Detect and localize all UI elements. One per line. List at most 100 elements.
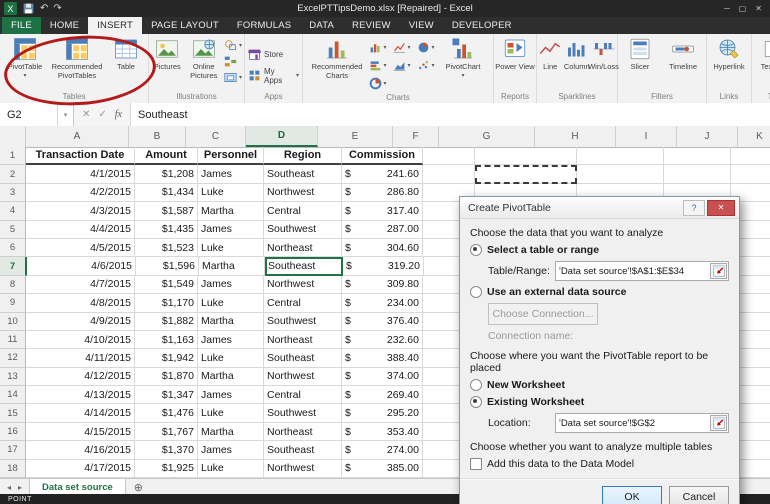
cell-E8[interactable]: $309.80	[342, 275, 423, 295]
cell-A7[interactable]: 4/6/2015	[27, 257, 136, 276]
cell-A18[interactable]: 4/17/2015	[26, 459, 135, 479]
undo-icon[interactable]: ↶	[40, 3, 48, 14]
cell-E3[interactable]: $286.80	[342, 183, 423, 203]
pivotchart-button[interactable]: PivotChart ▾	[438, 35, 488, 79]
close-button[interactable]: ✕	[755, 4, 762, 13]
cell-C10[interactable]: Martha	[198, 312, 264, 331]
dialog-help-button[interactable]: ?	[683, 199, 705, 216]
cancel-icon[interactable]: ✕	[82, 109, 90, 120]
cell-A10[interactable]: 4/9/2015	[26, 312, 135, 331]
cell-D17[interactable]: Southeast	[264, 441, 342, 460]
cell-B13[interactable]: $1,870	[135, 367, 198, 387]
maximize-button[interactable]: ▢	[739, 4, 747, 13]
cell-D10[interactable]: Southwest	[264, 312, 342, 331]
cell-E16[interactable]: $353.40	[342, 422, 423, 442]
cell-C14[interactable]: James	[198, 386, 264, 405]
row-header-3[interactable]: 3	[0, 183, 26, 203]
cell-E10[interactable]: $376.40	[342, 312, 423, 331]
radio-new-worksheet[interactable]	[470, 379, 482, 391]
tab-file[interactable]: FILE	[2, 17, 41, 34]
cell-C11[interactable]: James	[198, 330, 264, 350]
cell-C9[interactable]: Luke	[198, 294, 264, 313]
save-icon[interactable]	[22, 2, 35, 15]
cell-A8[interactable]: 4/7/2015	[26, 275, 135, 295]
row-header-14[interactable]: 14	[0, 386, 26, 405]
cell-C17[interactable]: James	[198, 441, 264, 460]
cell-D14[interactable]: Central	[264, 386, 342, 405]
cell-E17[interactable]: $274.00	[342, 441, 423, 460]
cell-B1[interactable]: Amount	[135, 147, 198, 166]
cell-D9[interactable]: Central	[264, 294, 342, 313]
cell-A14[interactable]: 4/13/2015	[26, 386, 135, 405]
cell-D16[interactable]: Northeast	[264, 422, 342, 442]
cell-C7[interactable]: Martha	[199, 257, 265, 276]
cell-E5[interactable]: $287.00	[342, 220, 423, 239]
cell-C2[interactable]: James	[198, 165, 264, 184]
column-header-B[interactable]: B	[129, 126, 186, 147]
sheet-nav-left-icon[interactable]: ◂	[7, 483, 11, 492]
row-header-15[interactable]: 15	[0, 404, 26, 423]
text-box-button[interactable]: Text Box	[754, 35, 770, 72]
row-header-12[interactable]: 12	[0, 349, 26, 368]
sparkline-winloss-button[interactable]: Win/Loss	[588, 35, 619, 72]
cell-B8[interactable]: $1,549	[135, 275, 198, 295]
cell-A4[interactable]: 4/3/2015	[26, 202, 135, 221]
cell-D2[interactable]: Southeast	[264, 165, 342, 184]
column-chart-button[interactable]: ▾	[366, 38, 390, 56]
timeline-button[interactable]: Timeline	[661, 35, 705, 72]
smartart-button[interactable]	[222, 55, 244, 68]
name-box[interactable]: G2	[0, 103, 58, 126]
table-range-picker-button[interactable]	[710, 263, 727, 279]
pivottable-button[interactable]: PivotTable ▾	[3, 35, 47, 79]
cell-E15[interactable]: $295.20	[342, 404, 423, 423]
select-all-corner[interactable]	[0, 126, 26, 147]
cell-B12[interactable]: $1,942	[135, 349, 198, 368]
cell-E4[interactable]: $317.40	[342, 202, 423, 221]
column-header-A[interactable]: A	[26, 126, 129, 147]
column-header-C[interactable]: C	[186, 126, 246, 147]
cell-C18[interactable]: Luke	[198, 459, 264, 479]
column-header-D[interactable]: D	[246, 126, 318, 147]
row-header-6[interactable]: 6	[0, 238, 26, 258]
cell-D8[interactable]: Northwest	[264, 275, 342, 295]
other-charts-button[interactable]: ▾	[366, 74, 390, 92]
cell-B9[interactable]: $1,170	[135, 294, 198, 313]
store-button[interactable]: Store	[245, 48, 286, 61]
cell-A16[interactable]: 4/15/2015	[26, 422, 135, 442]
cell-C12[interactable]: Luke	[198, 349, 264, 368]
line-chart-button[interactable]: ▾	[390, 38, 414, 56]
bar-chart-button[interactable]: ▾	[366, 56, 390, 74]
column-header-J[interactable]: J	[677, 126, 738, 147]
formula-input[interactable]: Southeast	[131, 103, 770, 126]
hyperlink-button[interactable]: Hyperlink	[708, 35, 750, 72]
cell-E12[interactable]: $388.40	[342, 349, 423, 368]
redo-icon[interactable]: ↷	[53, 3, 61, 14]
cell-A1[interactable]: Transaction Date	[26, 147, 135, 166]
cell-J2[interactable]	[731, 165, 770, 184]
location-input[interactable]: 'Data set source'!$G$2	[555, 413, 729, 433]
row-header-1[interactable]: 1	[0, 147, 26, 166]
cell-B10[interactable]: $1,882	[135, 312, 198, 331]
radio-select-table-range[interactable]	[470, 244, 482, 256]
row-header-13[interactable]: 13	[0, 367, 26, 387]
sheet-tab-data-set-source[interactable]: Data set source	[29, 479, 126, 495]
location-picker-button[interactable]	[710, 415, 727, 431]
cell-B5[interactable]: $1,435	[135, 220, 198, 239]
table-range-input[interactable]: 'Data set source'!$A$1:$E$34	[555, 261, 729, 281]
name-box-dropdown-icon[interactable]: ▾	[58, 103, 74, 126]
cell-D18[interactable]: Northwest	[264, 459, 342, 479]
checkbox-add-to-data-model[interactable]	[470, 458, 482, 470]
row-header-2[interactable]: 2	[0, 165, 26, 184]
cell-E18[interactable]: $385.00	[342, 459, 423, 479]
tab-developer[interactable]: DEVELOPER	[443, 17, 521, 34]
cell-E6[interactable]: $304.60	[342, 238, 423, 258]
cell-C4[interactable]: Martha	[198, 202, 264, 221]
cell-I2[interactable]	[664, 165, 731, 184]
cell-C15[interactable]: Luke	[198, 404, 264, 423]
row-header-17[interactable]: 17	[0, 441, 26, 460]
new-sheet-button[interactable]: ⊕	[126, 479, 151, 495]
cell-I1[interactable]	[664, 147, 731, 166]
cell-C16[interactable]: Martha	[198, 422, 264, 442]
cell-B2[interactable]: $1,208	[135, 165, 198, 184]
sheet-nav-right-icon[interactable]: ▸	[18, 483, 22, 492]
